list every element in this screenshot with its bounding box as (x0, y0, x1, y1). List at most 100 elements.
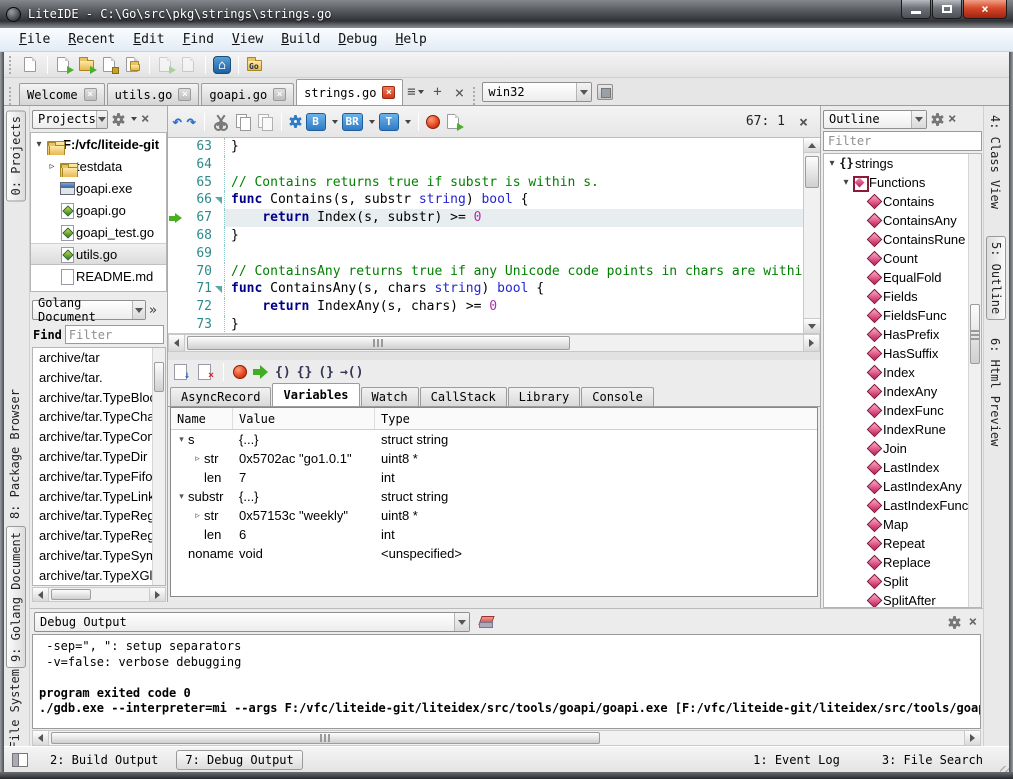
build-target-select[interactable]: win32 (482, 82, 592, 102)
debug-tab-console[interactable]: Console (581, 387, 654, 406)
code-editor[interactable]: 63}6465// Contains returns true if subst… (168, 138, 820, 334)
cut-icon[interactable] (212, 113, 230, 131)
line-number[interactable]: 70 (184, 263, 212, 281)
dock-tab-4-class-view[interactable]: 4: Class View (986, 110, 1004, 214)
target-toolbar-handle[interactable] (473, 87, 479, 105)
clear-output-icon[interactable] (478, 614, 494, 630)
outline-item-map[interactable]: Map (824, 515, 981, 534)
status-7-debug-output[interactable]: 7: Debug Output (176, 750, 302, 770)
outline-item-index[interactable]: Index (824, 363, 981, 382)
open-file-icon[interactable] (54, 55, 74, 75)
doc-item[interactable]: archive/tar.TypeChar (33, 407, 165, 427)
combo-button[interactable] (911, 111, 926, 128)
outline-item-functions[interactable]: ▾Functions (824, 173, 981, 192)
target-config-button[interactable] (597, 84, 613, 100)
combo-button[interactable] (454, 613, 469, 631)
expander-icon[interactable]: ▹ (46, 161, 58, 172)
menu-item-edit[interactable]: Edit (124, 29, 173, 50)
outline-item-lastindexfunc[interactable]: LastIndexFunc (824, 496, 981, 515)
line-number[interactable]: 66 (184, 191, 212, 209)
editor-vscrollbar[interactable] (803, 138, 820, 333)
output-hscrollbar[interactable] (32, 730, 981, 746)
outline-item-indexany[interactable]: IndexAny (824, 382, 981, 401)
doc-item[interactable]: archive/tar.TypeRegA (33, 526, 165, 546)
projects-menu-gear-icon[interactable] (112, 113, 125, 126)
status-2-build-output[interactable]: 2: Build Output (42, 751, 166, 769)
scroll-right-button[interactable] (964, 731, 980, 745)
debug-tab-callstack[interactable]: CallStack (420, 387, 507, 406)
editor-line[interactable]: 64 (168, 156, 803, 174)
scroll-right-button[interactable] (803, 335, 819, 351)
output-view-select[interactable]: Debug Output (34, 612, 470, 632)
scroll-left-button[interactable] (33, 588, 49, 601)
expander-icon[interactable]: ▾ (840, 177, 852, 188)
redo-icon[interactable]: ↷ (186, 112, 196, 132)
output-menu-gear-icon[interactable] (948, 616, 961, 629)
status-1-event-log[interactable]: 1: Event Log (745, 751, 848, 769)
menu-item-help[interactable]: Help (387, 29, 436, 50)
scroll-down-button[interactable] (804, 318, 820, 333)
scrollbar-thumb[interactable] (51, 732, 600, 744)
editor-line[interactable]: 70// ContainsAny returns true if any Uni… (168, 263, 803, 281)
tab-list-icon[interactable]: ≡ (404, 81, 426, 103)
open-folder-icon[interactable] (77, 55, 97, 75)
tab-goapi-go[interactable]: goapi.go× (201, 83, 294, 105)
line-number[interactable]: 72 (184, 298, 212, 316)
line-number[interactable]: 68 (184, 227, 212, 245)
doc-item[interactable]: archive/tar.TypeCont (33, 427, 165, 447)
scroll-left-button[interactable] (169, 335, 185, 351)
outline-item-lastindexany[interactable]: LastIndexAny (824, 477, 981, 496)
tree-item-goapi-go[interactable]: goapi.go (31, 199, 166, 221)
tab-strings-go[interactable]: strings.go× (296, 79, 403, 105)
outline-vscrollbar[interactable] (968, 154, 981, 607)
expander-icon[interactable]: ▹ (191, 453, 204, 464)
fold-marker[interactable] (212, 191, 224, 209)
dock-tab-8-package-browser[interactable]: 8: Package Browser (6, 384, 24, 524)
doc-item[interactable]: archive/tar.TypeLink (33, 487, 165, 507)
outline-view-select[interactable]: Outline (823, 110, 927, 129)
maximize-button[interactable] (932, 0, 962, 19)
test-button[interactable]: T (379, 113, 399, 131)
line-number[interactable]: 67 (184, 209, 212, 227)
doc-list-hscrollbar[interactable] (32, 587, 166, 602)
menu-item-debug[interactable]: Debug (329, 29, 386, 50)
undo-icon[interactable]: ↶ (172, 112, 182, 132)
outline-item-splitafter[interactable]: SplitAfter (824, 591, 981, 608)
build-button[interactable]: B (306, 113, 326, 131)
line-number[interactable]: 65 (184, 174, 212, 192)
doc-list-vscrollbar[interactable] (152, 348, 165, 585)
variable-row[interactable]: nonamevoid<unspecified> (171, 544, 817, 563)
expander-icon[interactable]: ▾ (33, 139, 45, 150)
outline-item-split[interactable]: Split (824, 572, 981, 591)
outline-item-containsrune[interactable]: ContainsRune (824, 230, 981, 249)
variable-row[interactable]: len6int (171, 525, 817, 544)
dock-tab-0-projects[interactable]: 0: Projects (6, 110, 26, 201)
doc-item[interactable]: archive/tar.TypeFifo (33, 467, 165, 487)
editor-line[interactable]: 68} (168, 227, 803, 245)
close-editor-icon[interactable]: × (448, 81, 470, 103)
outline-item-hasprefix[interactable]: HasPrefix (824, 325, 981, 344)
scrollbar-thumb[interactable] (805, 156, 819, 188)
debug-tab-watch[interactable]: Watch (361, 387, 419, 406)
outline-item-replace[interactable]: Replace (824, 553, 981, 572)
tab-close-icon[interactable]: × (273, 88, 286, 101)
revert-all-icon[interactable] (179, 55, 199, 75)
tree-item-goapi-test-go[interactable]: goapi_test.go (31, 221, 166, 243)
outline-filter-input[interactable] (823, 131, 982, 151)
menu-item-file[interactable]: File (10, 29, 59, 50)
scrollbar-thumb[interactable] (187, 336, 570, 350)
outline-item-contains[interactable]: Contains (824, 192, 981, 211)
doc-item[interactable]: archive/tar.TypeSymlink (33, 546, 165, 566)
dock-tab-6-html-preview[interactable]: 6: Html Preview (986, 333, 1004, 451)
line-number[interactable]: 63 (184, 138, 212, 156)
column-header-value[interactable]: Value (233, 408, 375, 429)
editor-close-icon[interactable]: × (797, 113, 816, 131)
scrollbar-thumb[interactable] (154, 362, 164, 392)
projects-close-icon[interactable]: × (141, 113, 149, 126)
outline-item-lastindex[interactable]: LastIndex (824, 458, 981, 477)
outline-item-join[interactable]: Join (824, 439, 981, 458)
new-file-icon[interactable] (21, 55, 41, 75)
variable-row[interactable]: ▾substr{...}struct string (171, 487, 817, 506)
doc-filter-input[interactable] (65, 325, 164, 344)
editor-line[interactable]: 72 return IndexAny(s, chars) >= 0 (168, 298, 803, 316)
